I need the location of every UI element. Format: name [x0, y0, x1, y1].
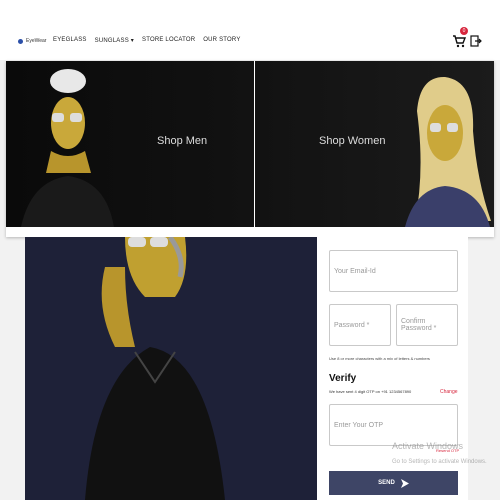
change-link[interactable]: Change	[440, 389, 458, 395]
confirm-password-field[interactable]: Confirm Password *	[396, 304, 458, 346]
otp-sent-text: We have sent 4 digit OTP on +91 12345678…	[329, 389, 412, 394]
shop-men-panel[interactable]: Shop Men	[6, 61, 254, 227]
logo-icon	[18, 38, 23, 44]
model-image	[85, 237, 225, 500]
men-model-image	[21, 69, 114, 227]
cart-icon[interactable]	[452, 34, 466, 48]
password-field[interactable]: Password *	[329, 304, 391, 346]
nav-sunglass-label: SUNGLASS	[94, 38, 129, 44]
activate-windows-watermark: Activate Windows	[392, 441, 464, 451]
nav-item-store-locator[interactable]: STORE LOCATOR	[142, 37, 195, 44]
nav-item-sunglass[interactable]: SUNGLASS ▾	[95, 37, 134, 44]
nav-item-our-story[interactable]: OUR STORY	[203, 37, 240, 44]
nav-item-eyeglass[interactable]: EYEGLASS	[53, 37, 87, 44]
logo-text: EyeWear	[26, 38, 47, 44]
sunglass-mega-menu: Shop Men Shop Women	[6, 61, 494, 237]
main-nav: EYEGLASS SUNGLASS ▾ STORE LOCATOR OUR ST…	[53, 37, 241, 44]
password-hint: Use 8 or more characters with a mix of l…	[329, 356, 430, 361]
email-field[interactable]: Your Email-Id	[329, 250, 458, 292]
logout-icon[interactable]	[470, 35, 482, 47]
activate-windows-subtext: Go to Settings to activate Windows.	[392, 459, 487, 465]
shop-women-label: Shop Women	[319, 135, 386, 147]
send-button[interactable]: SEND	[329, 471, 458, 495]
chevron-down-icon: ▾	[130, 38, 134, 44]
otp-field[interactable]: Enter Your OTP	[329, 404, 458, 446]
top-nav-bar: EyeWear EYEGLASS SUNGLASS ▾ STORE LOCATO…	[0, 0, 500, 60]
hero-image	[25, 237, 317, 500]
send-label: SEND	[378, 480, 395, 486]
send-arrow-icon	[400, 478, 409, 488]
site-logo[interactable]: EyeWear	[18, 38, 46, 44]
shop-women-panel[interactable]: Shop Women	[255, 61, 494, 227]
shop-men-label: Shop Men	[157, 135, 208, 147]
verify-title: Verify	[329, 373, 357, 384]
cart-count-badge: 0	[460, 27, 468, 35]
